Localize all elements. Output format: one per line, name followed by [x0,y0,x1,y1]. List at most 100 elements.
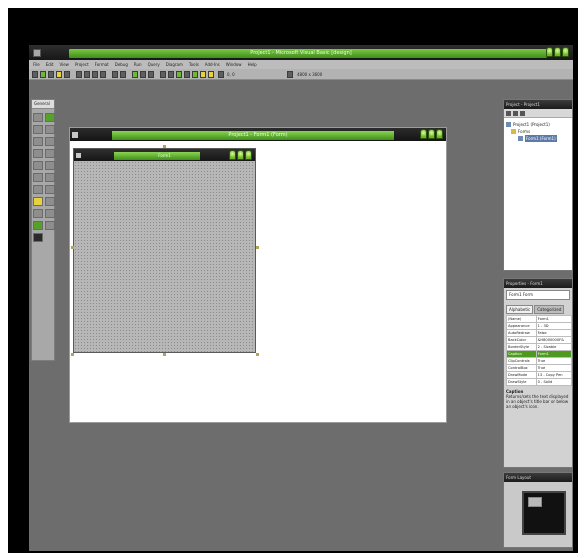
property-value[interactable]: 0 - Solid [535,378,573,386]
tree-item-project[interactable]: Project1 (Project1) [506,121,570,128]
textbox-tool-icon[interactable] [45,125,55,134]
component-manager-icon[interactable] [208,71,214,78]
property-description: Caption Returns/sets the text displayed … [506,389,570,409]
property-value[interactable]: Form1 [535,350,573,358]
redo-icon[interactable] [120,71,126,78]
property-value[interactable]: 2 - Sizable [535,343,573,351]
menu-query[interactable]: Query [148,62,160,67]
copy-icon[interactable] [84,71,90,78]
paste-icon[interactable] [92,71,98,78]
vscrollbar-tool-icon[interactable] [45,173,55,182]
resize-handle-top[interactable] [163,145,166,148]
menu-tools[interactable]: Tools [189,62,199,67]
listbox-tool-icon[interactable] [45,161,55,170]
shape-tool-icon[interactable] [33,209,43,218]
data-tool-icon[interactable] [45,221,55,230]
close-button[interactable] [562,47,569,57]
property-row[interactable]: BackColor &H8000000F& [506,336,573,344]
tab-categorized[interactable]: Categorized [534,305,565,314]
ole-tool-icon[interactable] [33,233,43,242]
property-value[interactable]: 13 - Copy Pen [535,371,573,379]
menu-edit[interactable]: Edit [46,62,54,67]
minimize-button[interactable] [546,47,553,57]
property-row[interactable]: Appearance 1 - 3D [506,322,573,330]
commandbutton-tool-icon[interactable] [45,137,55,146]
toggle-folders-icon[interactable] [520,111,525,116]
menu-debug[interactable]: Debug [115,62,128,67]
property-row[interactable]: DrawStyle 0 - Solid [506,378,573,386]
designer-close-button[interactable] [436,129,443,139]
form1-design-surface[interactable]: Form1 [73,148,256,353]
menu-view[interactable]: View [59,62,69,67]
filelistbox-tool-icon[interactable] [45,197,55,206]
property-value[interactable]: &H8000000F& [535,336,573,344]
property-value[interactable]: False [535,329,573,337]
property-value[interactable]: True [535,364,573,372]
menu-diagram[interactable]: Diagram [166,62,183,67]
view-object-icon[interactable] [513,111,518,116]
label-tool-icon[interactable] [33,125,43,134]
resize-handle-bottom[interactable] [163,353,166,356]
form-position-preview[interactable] [528,497,542,507]
tree-item-form1[interactable]: Form1 (Form1) [506,135,570,142]
combobox-tool-icon[interactable] [33,161,43,170]
property-value[interactable]: 1 - 3D [535,322,573,330]
menu-format[interactable]: Format [95,62,109,67]
add-project-icon[interactable] [32,71,38,78]
menu-run[interactable]: Run [134,62,142,67]
menu-file[interactable]: File [33,62,40,67]
menu-help[interactable]: Help [248,62,257,67]
property-row[interactable]: ControlBox True [506,364,573,372]
property-row[interactable]: ClipControls True [506,357,573,365]
end-icon[interactable] [148,71,154,78]
dirlistbox-tool-icon[interactable] [33,197,43,206]
tab-alphabetic[interactable]: Alphabetic [506,305,534,314]
save-project-icon[interactable] [64,71,70,78]
find-icon[interactable] [100,71,106,78]
property-value[interactable]: True [535,357,573,365]
menu-editor-icon[interactable] [48,71,54,78]
form-layout-icon[interactable] [176,71,182,78]
menu-project[interactable]: Project [75,62,89,67]
object-browser-icon[interactable] [184,71,190,78]
add-form-icon[interactable] [40,71,46,78]
property-row-selected[interactable]: Caption Form1 [506,350,573,358]
project-explorer-icon[interactable] [160,71,166,78]
resize-handle-bottom-right[interactable] [256,353,259,356]
data-view-icon[interactable] [200,71,206,78]
tree-item-forms-folder[interactable]: Forms [506,128,570,135]
property-row[interactable]: (Name) Form1 [506,315,573,323]
open-project-icon[interactable] [56,71,62,78]
hscrollbar-tool-icon[interactable] [33,173,43,182]
properties-window-icon[interactable] [168,71,174,78]
frame-tool-icon[interactable] [33,137,43,146]
image-tool-icon[interactable] [33,221,43,230]
line-tool-icon[interactable] [45,209,55,218]
designer-maximize-button[interactable] [428,129,435,139]
menu-addins[interactable]: Add-Ins [205,62,220,67]
property-row[interactable]: DrawMode 13 - Copy Pen [506,371,573,379]
drivelistbox-tool-icon[interactable] [45,185,55,194]
picturebox-tool-icon[interactable] [45,113,55,122]
menu-window[interactable]: Window [226,62,242,67]
view-code-icon[interactable] [506,111,511,116]
object-selector-combo[interactable]: Form1 Form [506,290,570,300]
resize-handle-left[interactable] [71,246,74,249]
designer-minimize-button[interactable] [420,129,427,139]
break-icon[interactable] [140,71,146,78]
checkbox-tool-icon[interactable] [33,149,43,158]
pointer-tool-icon[interactable] [33,113,43,122]
maximize-button[interactable] [554,47,561,57]
start-icon[interactable] [132,71,138,78]
app-titlebar: Project1 - Microsoft Visual Basic [desig… [29,45,573,60]
toolbox-icon[interactable] [192,71,198,78]
property-row[interactable]: AutoRedraw False [506,329,573,337]
property-value[interactable]: Form1 [535,315,573,323]
timer-tool-icon[interactable] [33,185,43,194]
undo-icon[interactable] [112,71,118,78]
property-row[interactable]: BorderStyle 2 - Sizable [506,343,573,351]
resize-handle-right[interactable] [256,246,259,249]
cut-icon[interactable] [76,71,82,78]
optionbutton-tool-icon[interactable] [45,149,55,158]
resize-handle-bottom-left[interactable] [71,353,74,356]
